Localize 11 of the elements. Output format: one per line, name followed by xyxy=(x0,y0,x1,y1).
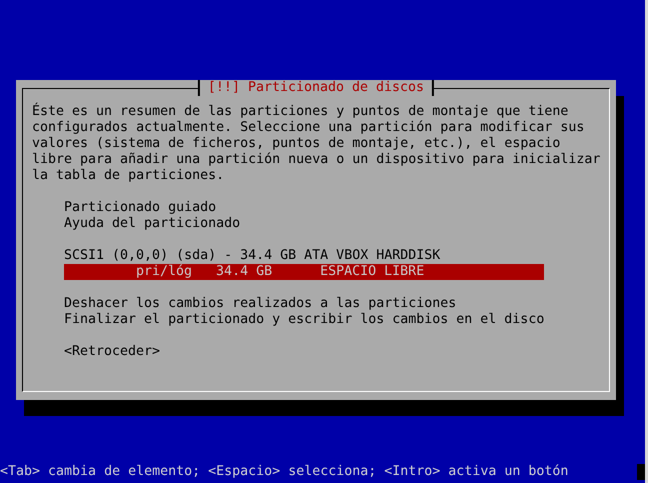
menu-item[interactable]: Finalizar el particionado y escribir los cambios en el disco xyxy=(64,312,544,328)
description-text: Éste es un resumen de las particiones y puntos de montaje que tiene configurados actualmente. Seleccione una partición para modificar sus valores (sistema de ficheros, puntos de montaje, etc.), el espacio libre para añadir una partición nueva o un dispositivo para inicializar la tabla de particiones. xyxy=(32,104,602,184)
back-button[interactable]: <Retroceder> xyxy=(64,344,544,360)
help-text: <Tab> cambia de elemento; <Espacio> selecciona; <Intro> activa un botón xyxy=(0,464,568,480)
partition-item[interactable]: pri/lóg 34.4 GB ESPACIO LIBRE xyxy=(64,264,544,280)
menu-item[interactable]: Ayuda del particionado xyxy=(64,216,544,232)
menu-item[interactable]: Deshacer los cambios realizados a las particiones xyxy=(64,296,544,312)
text-cursor xyxy=(637,464,645,480)
menu-item[interactable]: Particionado guiado xyxy=(64,200,544,216)
dialog-title: [!!] Particionado de discos xyxy=(198,80,434,96)
disk-item[interactable]: SCSI1 (0,0,0) (sda) - 34.4 GB ATA VBOX HARDDISK xyxy=(64,248,544,264)
